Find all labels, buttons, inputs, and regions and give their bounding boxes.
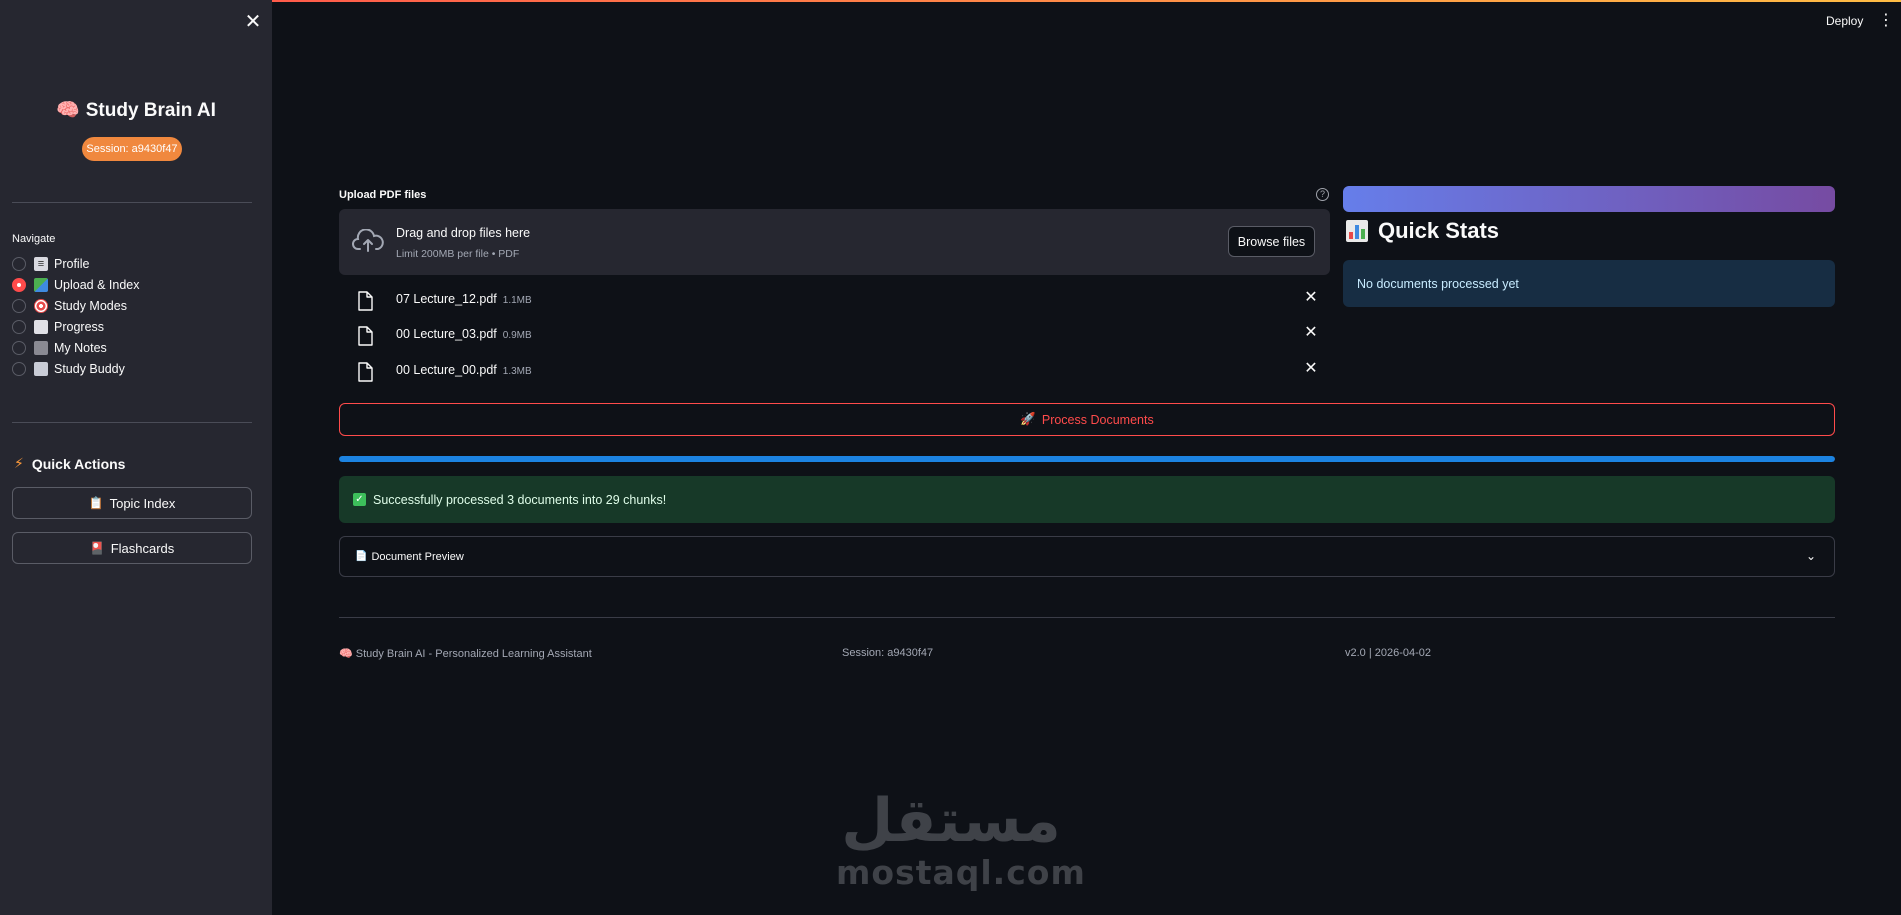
progress-bar-fill [339, 456, 1835, 462]
file-dropzone[interactable]: Drag and drop files here Limit 200MB per… [339, 209, 1330, 275]
notebook-icon [34, 340, 48, 355]
stats-info-alert: No documents processed yet [1343, 260, 1835, 307]
deploy-button[interactable]: Deploy [1826, 14, 1863, 28]
file-name: 07 Lecture_12.pdf [396, 292, 497, 306]
radio-button[interactable] [12, 319, 26, 334]
watermark-arabic-text: مستقل [841, 786, 1061, 856]
mostaql-watermark-logo: مستقل mostaql.com [836, 786, 1086, 892]
file-name: 00 Lecture_00.pdf [396, 363, 497, 377]
flashcards-button[interactable]: 🎴 Flashcards [12, 532, 252, 564]
close-sidebar-icon[interactable]: ✕ [243, 12, 263, 32]
remove-file-icon[interactable]: ✕ [1303, 290, 1319, 306]
radio-button-selected[interactable] [12, 277, 26, 292]
radio-button[interactable] [12, 256, 26, 271]
nav-label: Navigate [12, 233, 56, 245]
flashcard-icon: 🎴 [89, 541, 105, 555]
topic-index-button[interactable]: 📋 Topic Index [12, 487, 252, 519]
uploaded-file-row: 00 Lecture_00.pdf 1.3MB ✕ [339, 356, 1330, 386]
remove-file-icon[interactable]: ✕ [1303, 361, 1319, 377]
success-alert: ✓ Successfully processed 3 documents int… [339, 476, 1835, 523]
lightning-icon: ⚡ [14, 455, 24, 471]
browse-files-button[interactable]: Browse files [1228, 226, 1315, 257]
quick-stats-title: Quick Stats [1346, 218, 1499, 244]
page-icon: 📄 [355, 551, 368, 562]
nav-item-progress[interactable]: Progress [12, 316, 139, 337]
robot-icon [34, 361, 48, 376]
top-decoration-line [0, 0, 1901, 2]
stats-header-banner [1343, 186, 1835, 212]
file-size: 0.9MB [502, 330, 532, 341]
upload-label: Upload PDF files [339, 189, 427, 201]
remove-file-icon[interactable]: ✕ [1303, 325, 1319, 341]
check-icon: ✓ [353, 493, 366, 506]
sidebar-divider [12, 422, 252, 423]
nav-item-my-notes[interactable]: My Notes [12, 337, 139, 358]
watermark-latin-text: mostaql.com [836, 853, 1086, 892]
footer-version: v2.0 | 2026-04-02 [1345, 647, 1432, 659]
nav-item-profile[interactable]: ≡ Profile [12, 253, 139, 274]
document-preview-expander[interactable]: 📄 Document Preview ⌄ [339, 536, 1835, 577]
help-icon[interactable]: ? [1316, 188, 1329, 201]
main-menu-icon[interactable]: ⋮ [1878, 12, 1894, 30]
footer-divider [339, 617, 1835, 618]
nav-radio-group: ≡ Profile Upload & Index Study Modes Pro… [12, 253, 139, 379]
file-size: 1.1MB [502, 295, 532, 306]
dropzone-title: Drag and drop files here [396, 226, 531, 240]
radio-button[interactable] [12, 361, 26, 376]
file-icon [358, 362, 373, 382]
radio-button[interactable] [12, 298, 26, 313]
bar-chart-icon [1346, 220, 1368, 242]
books-icon [34, 277, 48, 292]
rocket-icon: 🚀 [1020, 412, 1036, 426]
chart-icon [34, 319, 48, 334]
cloud-upload-icon [352, 229, 384, 252]
clipboard-icon: 📋 [88, 496, 104, 510]
dropzone-limit-text: Limit 200MB per file • PDF [396, 248, 520, 260]
app-title: 🧠 Study Brain AI [56, 100, 216, 121]
file-icon [358, 291, 373, 311]
memo-icon: ≡ [34, 256, 48, 271]
session-badge: Session: a9430f47 [82, 137, 182, 161]
uploaded-file-row: 00 Lecture_03.pdf 0.9MB ✕ [339, 320, 1330, 350]
footer-app-tagline: 🧠 Study Brain AI - Personalized Learning… [339, 648, 592, 660]
brain-icon: 🧠 [56, 100, 80, 121]
file-icon [358, 326, 373, 346]
nav-item-study-buddy[interactable]: Study Buddy [12, 358, 139, 379]
chevron-down-icon: ⌄ [1805, 549, 1816, 563]
sidebar-divider [12, 202, 252, 203]
radio-button[interactable] [12, 340, 26, 355]
process-documents-button[interactable]: 🚀 Process Documents [339, 403, 1835, 436]
footer-session: Session: a9430f47 [842, 647, 934, 659]
file-name: 00 Lecture_03.pdf [396, 327, 497, 341]
progress-bar [339, 456, 1835, 462]
nav-item-upload-index[interactable]: Upload & Index [12, 274, 139, 295]
uploaded-file-row: 07 Lecture_12.pdf 1.1MB ✕ [339, 285, 1330, 315]
quick-actions-title: ⚡ Quick Actions [14, 455, 126, 472]
sidebar: ✕ 🧠 Study Brain AI Session: a9430f47 Navi… [0, 0, 272, 915]
nav-item-study-modes[interactable]: Study Modes [12, 295, 139, 316]
file-size: 1.3MB [502, 366, 532, 377]
target-icon [34, 298, 48, 313]
